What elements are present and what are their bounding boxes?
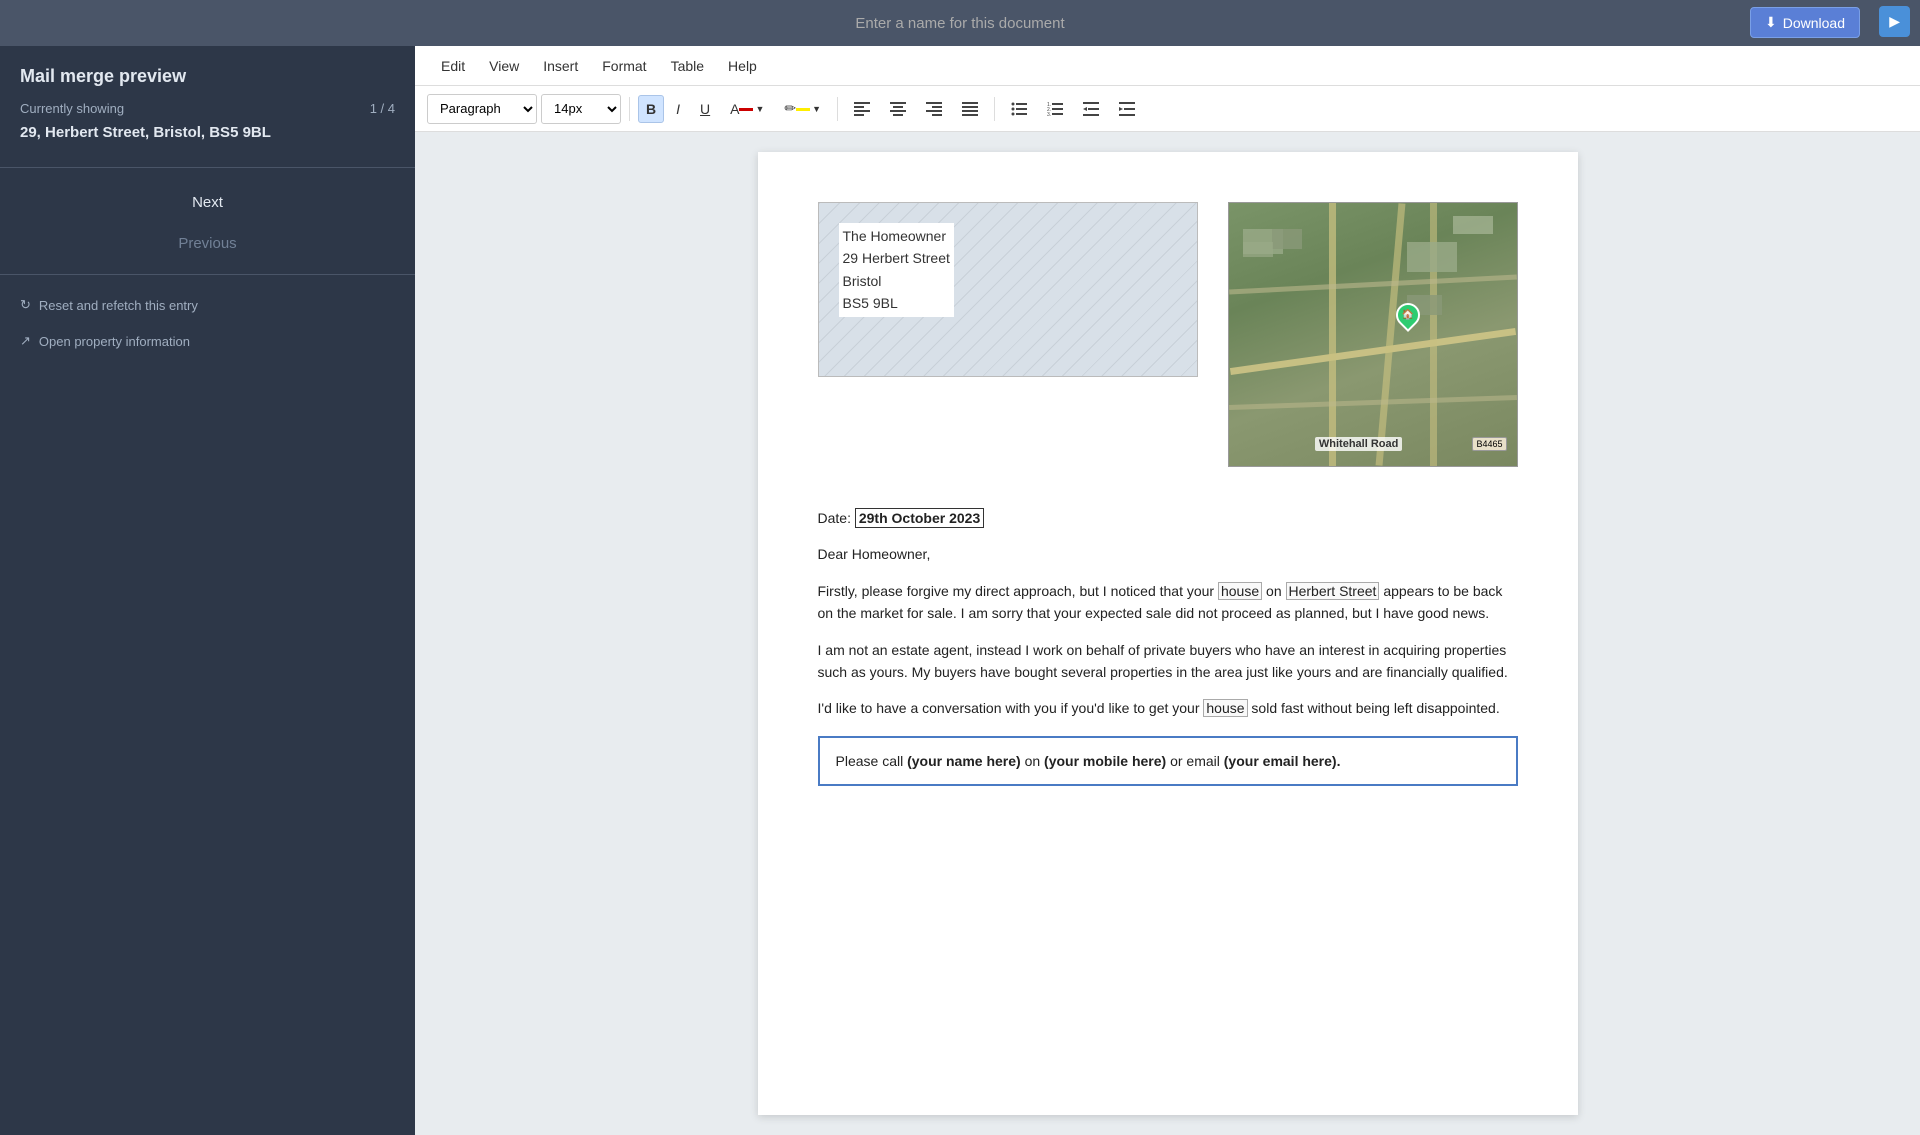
menu-bar: Edit View Insert Format Table Help bbox=[415, 46, 1920, 86]
download-icon: ⬇ bbox=[1765, 14, 1777, 31]
map-road-label: Whitehall Road bbox=[1315, 437, 1402, 451]
download-button[interactable]: ⬇ Download bbox=[1750, 7, 1860, 38]
toolbar-separator-3 bbox=[994, 97, 995, 121]
cta-mobile: (your mobile here) bbox=[1044, 753, 1166, 769]
numbered-list-button[interactable]: 1.2.3. bbox=[1039, 95, 1071, 123]
next-button[interactable]: Next bbox=[20, 184, 395, 221]
main-layout: Mail merge preview Currently showing 1 /… bbox=[0, 46, 1920, 1135]
highlight-chevron: ▼ bbox=[812, 104, 821, 114]
top-bar: ⬇ Download ▶ bbox=[0, 0, 1920, 46]
font-size-select[interactable]: 14px bbox=[541, 94, 621, 124]
toolbar-separator-2 bbox=[837, 97, 838, 121]
date-value: 29th October 2023 bbox=[855, 508, 984, 528]
sidebar-header: Mail merge preview Currently showing 1 /… bbox=[0, 46, 415, 151]
editor-area: Edit View Insert Format Table Help Parag… bbox=[415, 46, 1920, 1135]
street-field: Herbert Street bbox=[1286, 582, 1380, 600]
font-color-chevron: ▼ bbox=[755, 104, 764, 114]
paragraph-3: I'd like to have a conversation with you… bbox=[818, 697, 1518, 719]
toolbar-separator-1 bbox=[629, 97, 630, 121]
font-color-swatch bbox=[739, 108, 753, 111]
font-color-icon: A bbox=[730, 101, 739, 117]
salutation: Dear Homeowner, bbox=[818, 543, 1518, 565]
previous-button[interactable]: Previous bbox=[20, 225, 395, 262]
highlight-swatch bbox=[796, 108, 810, 111]
paragraph-2: I am not an estate agent, instead I work… bbox=[818, 639, 1518, 684]
document-canvas[interactable]: The Homeowner 29 Herbert Street Bristol … bbox=[415, 132, 1920, 1135]
bold-button[interactable]: B bbox=[638, 95, 664, 123]
toolbar: Paragraph 14px B I U A ▼ ✏ ▼ bbox=[415, 86, 1920, 132]
highlight-icon: ✏ bbox=[784, 100, 796, 117]
letter-header: The Homeowner 29 Herbert Street Bristol … bbox=[818, 202, 1518, 467]
cta-email: (your email here). bbox=[1224, 753, 1341, 769]
bullet-list-button[interactable] bbox=[1003, 95, 1035, 123]
highlight-color-button[interactable]: ✏ ▼ bbox=[776, 95, 829, 123]
sidebar-divider bbox=[0, 167, 415, 168]
nav-buttons: Next Previous bbox=[0, 184, 415, 262]
italic-button[interactable]: I bbox=[668, 95, 688, 123]
map-image: Whitehall Road B4465 bbox=[1228, 202, 1518, 467]
sidebar: Mail merge preview Currently showing 1 /… bbox=[0, 46, 415, 1135]
menu-table[interactable]: Table bbox=[661, 54, 714, 78]
send-button[interactable]: ▶ bbox=[1879, 6, 1910, 37]
menu-help[interactable]: Help bbox=[718, 54, 767, 78]
currently-showing-label: Currently showing bbox=[20, 101, 124, 116]
house-field-1: house bbox=[1218, 582, 1262, 600]
sidebar-divider2 bbox=[0, 274, 415, 275]
document-name-input[interactable] bbox=[760, 15, 1160, 32]
justify-button[interactable] bbox=[954, 95, 986, 123]
current-address: 29, Herbert Street, Bristol, BS5 9BL bbox=[20, 124, 395, 141]
menu-edit[interactable]: Edit bbox=[431, 54, 475, 78]
font-color-button[interactable]: A ▼ bbox=[722, 95, 772, 123]
reset-icon: ↻ bbox=[20, 297, 31, 313]
svg-text:3.: 3. bbox=[1047, 112, 1051, 116]
align-right-button[interactable] bbox=[918, 95, 950, 123]
reset-refetch-button[interactable]: ↻ Reset and refetch this entry bbox=[0, 287, 415, 323]
currently-showing-row: Currently showing 1 / 4 bbox=[20, 101, 395, 116]
menu-view[interactable]: View bbox=[479, 54, 529, 78]
address-block: The Homeowner 29 Herbert Street Bristol … bbox=[818, 202, 1198, 377]
menu-insert[interactable]: Insert bbox=[533, 54, 588, 78]
document-page: The Homeowner 29 Herbert Street Bristol … bbox=[758, 152, 1578, 1115]
outdent-button[interactable] bbox=[1075, 95, 1107, 123]
underline-button[interactable]: U bbox=[692, 95, 718, 123]
cta-name: (your name here) bbox=[907, 753, 1021, 769]
indent-button[interactable] bbox=[1111, 95, 1143, 123]
open-property-button[interactable]: ↗ Open property information bbox=[0, 323, 415, 359]
map-overlay bbox=[1229, 203, 1517, 466]
align-left-button[interactable] bbox=[846, 95, 878, 123]
address-text: The Homeowner 29 Herbert Street Bristol … bbox=[839, 223, 954, 317]
align-center-button[interactable] bbox=[882, 95, 914, 123]
menu-format[interactable]: Format bbox=[592, 54, 656, 78]
date-line: Date: 29th October 2023 bbox=[818, 507, 1518, 529]
paragraph-1: Firstly, please forgive my direct approa… bbox=[818, 580, 1518, 625]
map-badge: B4465 bbox=[1472, 437, 1506, 451]
sidebar-title: Mail merge preview bbox=[20, 66, 395, 87]
paragraph-style-select[interactable]: Paragraph bbox=[427, 94, 537, 124]
cta-box: Please call (your name here) on (your mo… bbox=[818, 736, 1518, 786]
house-field-2: house bbox=[1203, 699, 1247, 717]
external-link-icon: ↗ bbox=[20, 333, 31, 349]
page-counter: 1 / 4 bbox=[370, 101, 395, 116]
letter-content: Date: 29th October 2023 Dear Homeowner, … bbox=[818, 507, 1518, 786]
